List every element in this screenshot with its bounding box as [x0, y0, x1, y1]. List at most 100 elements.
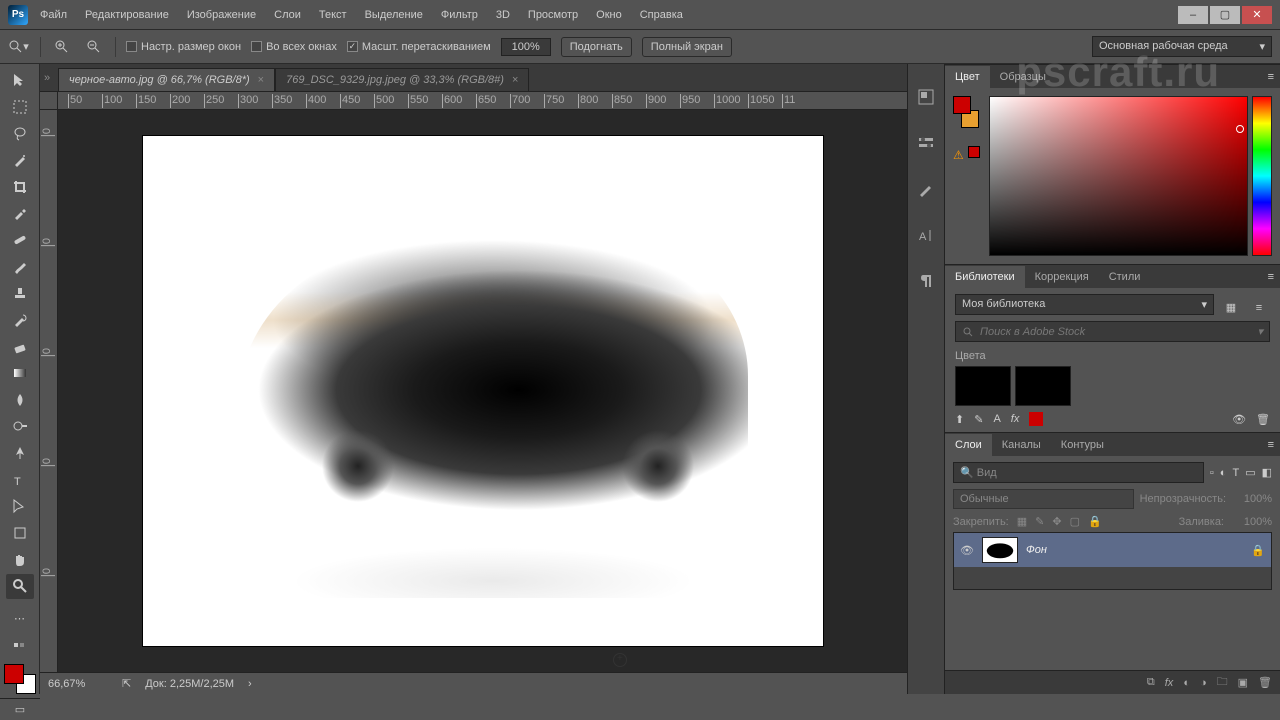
collapse-docs-icon[interactable]: » [44, 72, 58, 84]
menu-файл[interactable]: Файл [38, 5, 69, 25]
adjustments-tab[interactable]: Коррекция [1025, 266, 1099, 288]
layer-lock-icon[interactable]: 🔒 [1251, 544, 1265, 557]
gamut-color-swatch[interactable] [968, 146, 980, 158]
color-tab[interactable]: Цвет [945, 66, 990, 88]
zoom-value-button[interactable]: 100% [501, 38, 551, 56]
zoom-tool[interactable] [6, 574, 34, 599]
document-tab[interactable]: черное-авто.jpg @ 66,7% (RGB/8*)× [58, 68, 275, 91]
window-minimize-button[interactable]: – [1178, 6, 1208, 24]
lasso-tool[interactable] [6, 121, 34, 146]
full-screen-button[interactable]: Полный экран [642, 37, 732, 57]
layer-filter-dropdown[interactable]: 🔍 Вид [953, 462, 1204, 483]
menu-слои[interactable]: Слои [272, 5, 303, 25]
crop-tool[interactable] [6, 175, 34, 200]
dock-brush-icon[interactable] [915, 178, 937, 200]
shape-tool[interactable] [6, 521, 34, 546]
tool-preset-button[interactable]: ▾ [8, 36, 30, 58]
dodge-tool[interactable] [6, 414, 34, 439]
link-layers-icon[interactable]: ⧉ [1147, 676, 1155, 689]
filter-adjust-icon[interactable]: ◐ [1220, 467, 1227, 479]
lock-pos-icon[interactable]: ✥ [1052, 515, 1061, 528]
resize-windows-checkbox[interactable]: Настр. размер окон [126, 41, 241, 53]
status-doc-info[interactable]: Док: 2,25M/2,25M [145, 678, 234, 690]
color-panel-menu-icon[interactable]: ≡ [1262, 71, 1280, 83]
lock-paint-icon[interactable]: ✎ [1035, 515, 1044, 528]
filter-pixel-icon[interactable]: ▫ [1210, 467, 1214, 479]
document-tab[interactable]: 769_DSC_9329.jpg.jpeg @ 33,3% (RGB/8#)× [275, 68, 529, 91]
saturation-value-picker[interactable] [989, 96, 1248, 256]
marquee-tool[interactable] [6, 95, 34, 120]
layer-group-icon[interactable]: 🗀 [1217, 673, 1228, 692]
stamp-tool[interactable] [6, 281, 34, 306]
menu-текст[interactable]: Текст [317, 5, 349, 25]
layer-item[interactable]: 👁 Фон 🔒 [954, 533, 1271, 567]
library-list-view-icon[interactable]: ≡ [1248, 297, 1270, 319]
lib-add-graphic-icon[interactable]: ⬆ [955, 413, 964, 426]
type-tool[interactable]: T [6, 467, 34, 492]
color-chips[interactable] [4, 664, 36, 694]
gradient-tool[interactable] [6, 361, 34, 386]
blur-tool[interactable] [6, 388, 34, 413]
menu-изображение[interactable]: Изображение [185, 5, 258, 25]
filter-shape-icon[interactable]: ▭ [1245, 466, 1255, 479]
dock-paragraph-icon[interactable] [915, 270, 937, 292]
layer-mask-icon[interactable]: ◐ [1183, 677, 1190, 689]
lib-trash-icon[interactable]: 🗑 [1256, 413, 1270, 426]
libraries-panel-menu-icon[interactable]: ≡ [1262, 271, 1280, 283]
layer-fx-icon[interactable]: fx [1165, 677, 1174, 689]
layer-name-label[interactable]: Фон [1026, 544, 1243, 556]
history-brush-tool[interactable] [6, 308, 34, 333]
libraries-tab[interactable]: Библиотеки [945, 266, 1025, 288]
brush-tool[interactable] [6, 254, 34, 279]
move-tool[interactable] [6, 68, 34, 93]
heal-tool[interactable] [6, 228, 34, 253]
menu-редактирование[interactable]: Редактирование [83, 5, 171, 25]
status-chevron-icon[interactable]: › [248, 678, 252, 690]
window-maximize-button[interactable]: ▢ [1210, 6, 1240, 24]
fill-value[interactable]: 100% [1232, 516, 1272, 528]
library-dropdown[interactable]: Моя библиотека▾ [955, 294, 1214, 315]
all-windows-checkbox[interactable]: Во всех окнах [251, 41, 337, 53]
styles-tab[interactable]: Стили [1099, 266, 1151, 288]
library-search-input[interactable]: Поиск в Adobe Stock ▾ [955, 321, 1270, 342]
library-grid-view-icon[interactable]: ▦ [1220, 297, 1242, 319]
menu-3d[interactable]: 3D [494, 5, 512, 25]
delete-layer-icon[interactable]: 🗑 [1258, 676, 1272, 689]
scrubby-zoom-checkbox[interactable]: ✓Масшт. перетаскиванием [347, 41, 491, 53]
lib-add-char-icon[interactable]: A [993, 413, 1000, 425]
edit-toolbar-button[interactable] [6, 633, 34, 658]
menu-справка[interactable]: Справка [638, 5, 685, 25]
lock-trans-icon[interactable]: ▦ [1017, 515, 1027, 528]
filter-type-icon[interactable]: T [1232, 467, 1239, 479]
workspace-dropdown[interactable]: Основная рабочая среда▾ [1092, 36, 1272, 57]
fit-screen-button[interactable]: Подогнать [561, 37, 632, 57]
toolbar-more-button[interactable]: ⋯ [6, 606, 34, 631]
path-select-tool[interactable] [6, 494, 34, 519]
menu-фильтр[interactable]: Фильтр [439, 5, 480, 25]
lock-all-icon[interactable]: 🔒 [1088, 515, 1102, 528]
lib-add-style-icon[interactable]: fx [1011, 413, 1020, 425]
visibility-toggle-icon[interactable]: 👁 [960, 544, 974, 557]
dock-properties-icon[interactable] [915, 132, 937, 154]
filter-smart-icon[interactable]: ◧ [1262, 466, 1272, 479]
foreground-swatch[interactable] [953, 96, 971, 114]
blend-mode-dropdown[interactable]: Обычные [953, 489, 1134, 509]
zoom-in-icon[interactable] [51, 36, 73, 58]
status-zoom[interactable]: 66,67% [48, 678, 108, 690]
close-tab-icon[interactable]: × [512, 74, 518, 86]
swatches-tab[interactable]: Образцы [990, 66, 1056, 88]
eraser-tool[interactable] [6, 334, 34, 359]
channels-tab[interactable]: Каналы [992, 434, 1051, 456]
dock-history-icon[interactable] [915, 86, 937, 108]
menu-просмотр[interactable]: Просмотр [526, 5, 580, 25]
zoom-out-icon[interactable] [83, 36, 105, 58]
status-export-icon[interactable]: ⇱ [122, 677, 131, 690]
lib-add-brush-icon[interactable]: ✎ [974, 413, 983, 426]
layers-panel-menu-icon[interactable]: ≡ [1262, 439, 1280, 451]
pen-tool[interactable] [6, 441, 34, 466]
hand-tool[interactable] [6, 547, 34, 572]
eyedropper-tool[interactable] [6, 201, 34, 226]
new-layer-icon[interactable]: ▣ [1238, 676, 1248, 689]
dock-character-icon[interactable]: A [915, 224, 937, 246]
wand-tool[interactable] [6, 148, 34, 173]
